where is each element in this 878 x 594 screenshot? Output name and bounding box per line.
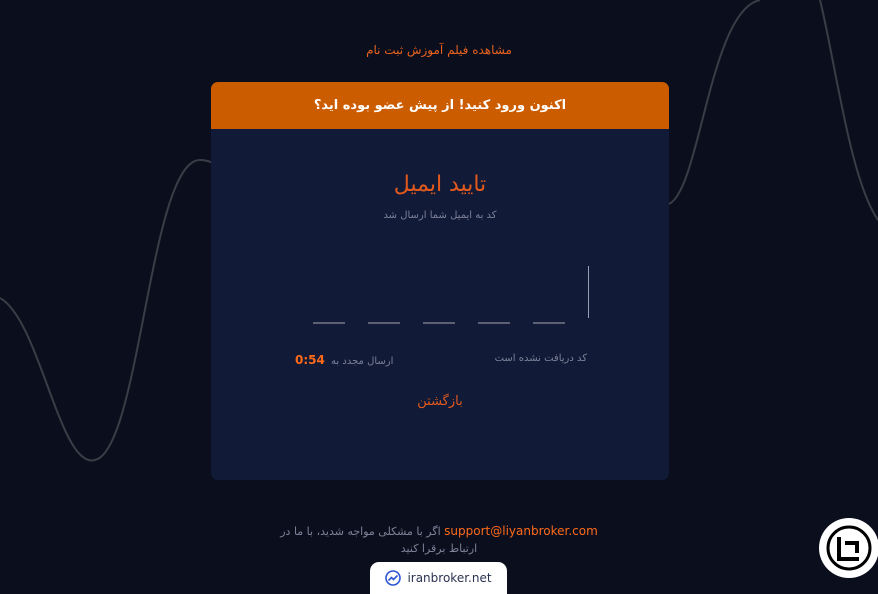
login-prompt-header[interactable]: اکنون ورود کنید! از پیش عضو بوده اید؟	[211, 82, 669, 129]
text-caret	[588, 266, 589, 318]
otp-digit-5[interactable]	[533, 282, 565, 324]
otp-digit-4[interactable]	[478, 282, 510, 324]
iranbroker-badge[interactable]: iranbroker.net	[370, 562, 507, 594]
resend-timer: 0:54	[295, 353, 325, 367]
support-notice: اگر با مشکلی مواجه شدید، با ما در suppor…	[0, 523, 878, 557]
code-not-received-link[interactable]: کد دریافت نشده است	[495, 353, 587, 364]
resend-label: ارسال مجدد به	[331, 356, 394, 367]
page-title: تایید ایمیل	[393, 172, 487, 197]
support-email-link[interactable]: support@liyanbroker.com	[444, 524, 598, 538]
support-text-line1: اگر با مشکلی مواجه شدید، با ما در	[280, 525, 441, 538]
otp-input-group	[313, 264, 589, 324]
back-button[interactable]: بازگشتن	[211, 394, 669, 409]
trend-chart-icon	[385, 570, 402, 586]
support-chat-icon	[826, 525, 872, 571]
brand-label: iranbroker.net	[407, 571, 492, 585]
verify-email-card: اکنون ورود کنید! از پیش عضو بوده اید؟ تا…	[211, 82, 669, 480]
support-chat-button[interactable]	[819, 518, 878, 578]
tutorial-video-link[interactable]: مشاهده فیلم آموزش ثبت نام	[0, 43, 878, 57]
support-text-line2: ارتباط برقرا کنید	[400, 542, 478, 555]
otp-digit-3[interactable]	[423, 282, 455, 324]
otp-digit-1[interactable]	[313, 282, 345, 324]
page-subtitle: کد به ایمیل شما ارسال شد	[383, 210, 497, 221]
resend-countdown: ارسال مجدد به 0:54	[295, 353, 393, 367]
otp-digit-2[interactable]	[368, 282, 400, 324]
